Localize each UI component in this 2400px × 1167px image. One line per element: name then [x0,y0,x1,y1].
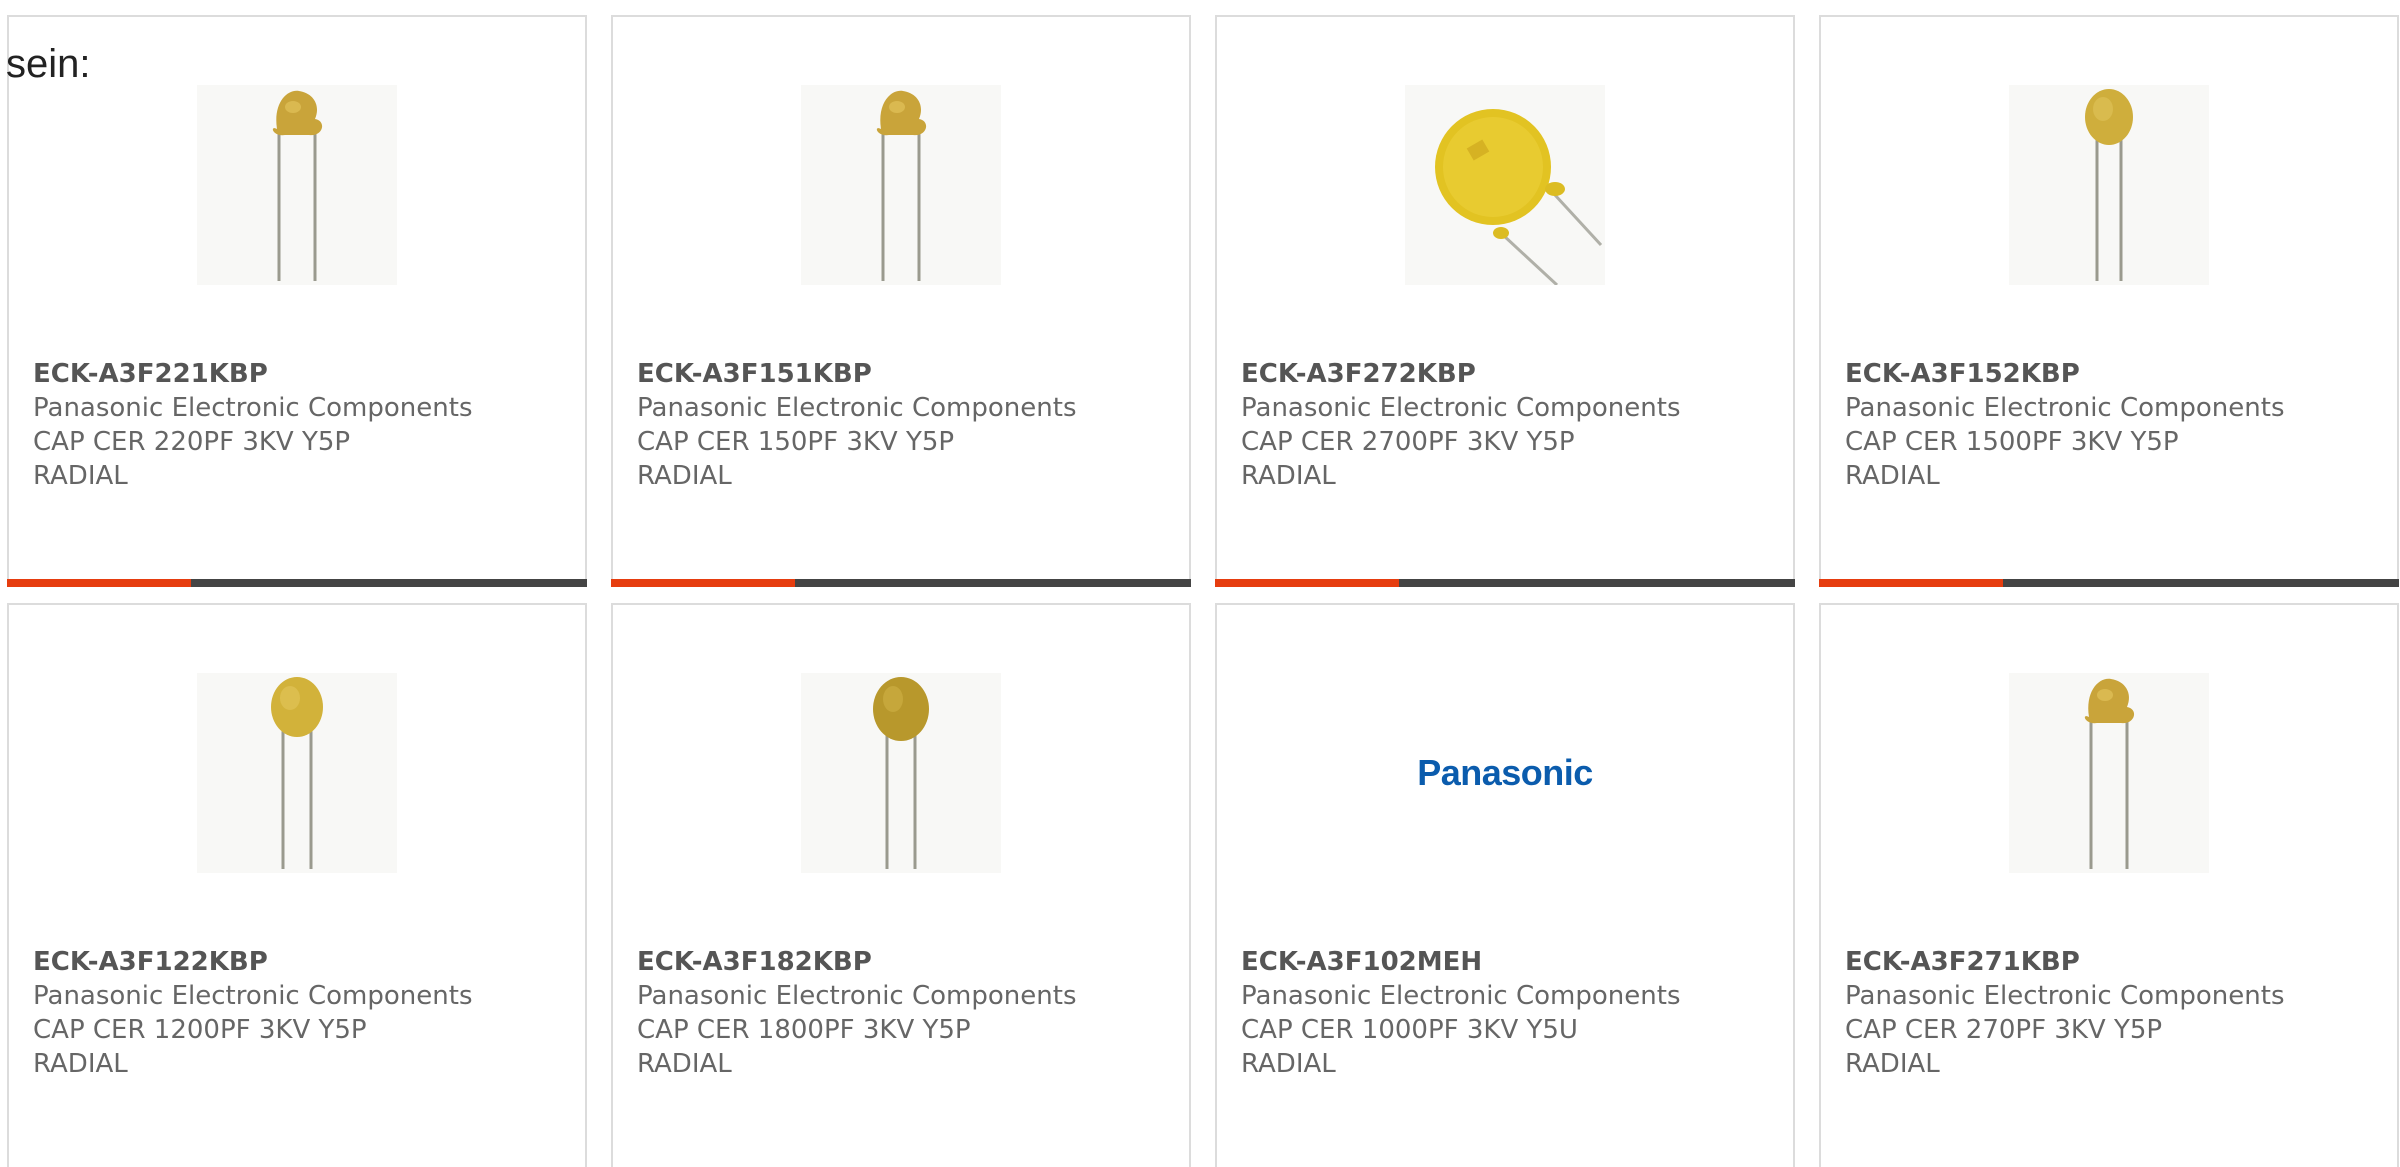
medium-disc-capacitor-image [2009,85,2209,285]
product-info: ECK-A3F102MEH Panasonic Electronic Compo… [1241,945,1769,1081]
manufacturer: Panasonic Electronic Components [33,393,473,423]
description: CAP CER 1800PF 3KV Y5P RADIAL [637,1015,971,1079]
small-disc-capacitor-image [197,85,397,285]
product-info: ECK-A3F152KBP Panasonic Electronic Compo… [1845,357,2373,493]
manufacturer: Panasonic Electronic Components [33,981,473,1011]
card-accent [611,579,795,587]
product-info: ECK-A3F221KBP Panasonic Electronic Compo… [33,357,561,493]
manufacturer: Panasonic Electronic Components [637,981,1077,1011]
part-number[interactable]: ECK-A3F271KBP [1845,945,2373,979]
description: CAP CER 1200PF 3KV Y5P RADIAL [33,1015,367,1079]
card-accent [1215,579,1399,587]
part-number[interactable]: ECK-A3F151KBP [637,357,1165,391]
part-number[interactable]: ECK-A3F182KBP [637,945,1165,979]
medium-disc-capacitor-image [197,673,397,873]
card-bottom-bar [1819,579,2399,587]
product-card[interactable]: Panasonic ECK-A3F102MEH Panasonic Electr… [1215,603,1795,1167]
product-info: ECK-A3F272KBP Panasonic Electronic Compo… [1241,357,1769,493]
small-disc-capacitor-image [801,85,1001,285]
product-card[interactable]: ECK-A3F151KBP Panasonic Electronic Compo… [611,15,1191,587]
product-card[interactable]: ECK-A3F271KBP Panasonic Electronic Compo… [1819,603,2399,1167]
large-disc-capacitor-image [1405,85,1605,285]
part-number[interactable]: ECK-A3F221KBP [33,357,561,391]
part-number[interactable]: ECK-A3F152KBP [1845,357,2373,391]
product-card[interactable]: ECK-A3F221KBP Panasonic Electronic Compo… [7,15,587,587]
panasonic-logo-image: Panasonic [1405,673,1605,873]
lead-text: sein: [6,42,91,86]
small-disc-capacitor-image [2009,673,2209,873]
card-bottom-bar [611,579,1191,587]
product-card[interactable]: ECK-A3F182KBP Panasonic Electronic Compo… [611,603,1191,1167]
manufacturer: Panasonic Electronic Components [637,393,1077,423]
manufacturer: Panasonic Electronic Components [1241,393,1681,423]
description: CAP CER 1000PF 3KV Y5U RADIAL [1241,1015,1578,1079]
product-grid: ECK-A3F221KBP Panasonic Electronic Compo… [7,15,2399,1167]
card-accent [1819,579,2003,587]
medium-disc-capacitor-image [801,673,1001,873]
product-card[interactable]: ECK-A3F122KBP Panasonic Electronic Compo… [7,603,587,1167]
description: CAP CER 270PF 3KV Y5P RADIAL [1845,1015,2163,1079]
description: CAP CER 2700PF 3KV Y5P RADIAL [1241,427,1575,491]
description: CAP CER 1500PF 3KV Y5P RADIAL [1845,427,2179,491]
manufacturer: Panasonic Electronic Components [1241,981,1681,1011]
part-number[interactable]: ECK-A3F272KBP [1241,357,1769,391]
card-bottom-bar [1215,579,1795,587]
part-number[interactable]: ECK-A3F122KBP [33,945,561,979]
description: CAP CER 220PF 3KV Y5P RADIAL [33,427,351,491]
product-card[interactable]: ECK-A3F152KBP Panasonic Electronic Compo… [1819,15,2399,587]
manufacturer: Panasonic Electronic Components [1845,393,2285,423]
product-info: ECK-A3F151KBP Panasonic Electronic Compo… [637,357,1165,493]
description: CAP CER 150PF 3KV Y5P RADIAL [637,427,955,491]
manufacturer: Panasonic Electronic Components [1845,981,2285,1011]
product-grid-page: ECK-A3F221KBP Panasonic Electronic Compo… [0,0,2400,1167]
product-info: ECK-A3F182KBP Panasonic Electronic Compo… [637,945,1165,1081]
card-bottom-bar [7,579,587,587]
product-info: ECK-A3F271KBP Panasonic Electronic Compo… [1845,945,2373,1081]
product-card[interactable]: ECK-A3F272KBP Panasonic Electronic Compo… [1215,15,1795,587]
product-info: ECK-A3F122KBP Panasonic Electronic Compo… [33,945,561,1081]
card-accent [7,579,191,587]
panasonic-logo: Panasonic [1417,752,1593,793]
part-number[interactable]: ECK-A3F102MEH [1241,945,1769,979]
